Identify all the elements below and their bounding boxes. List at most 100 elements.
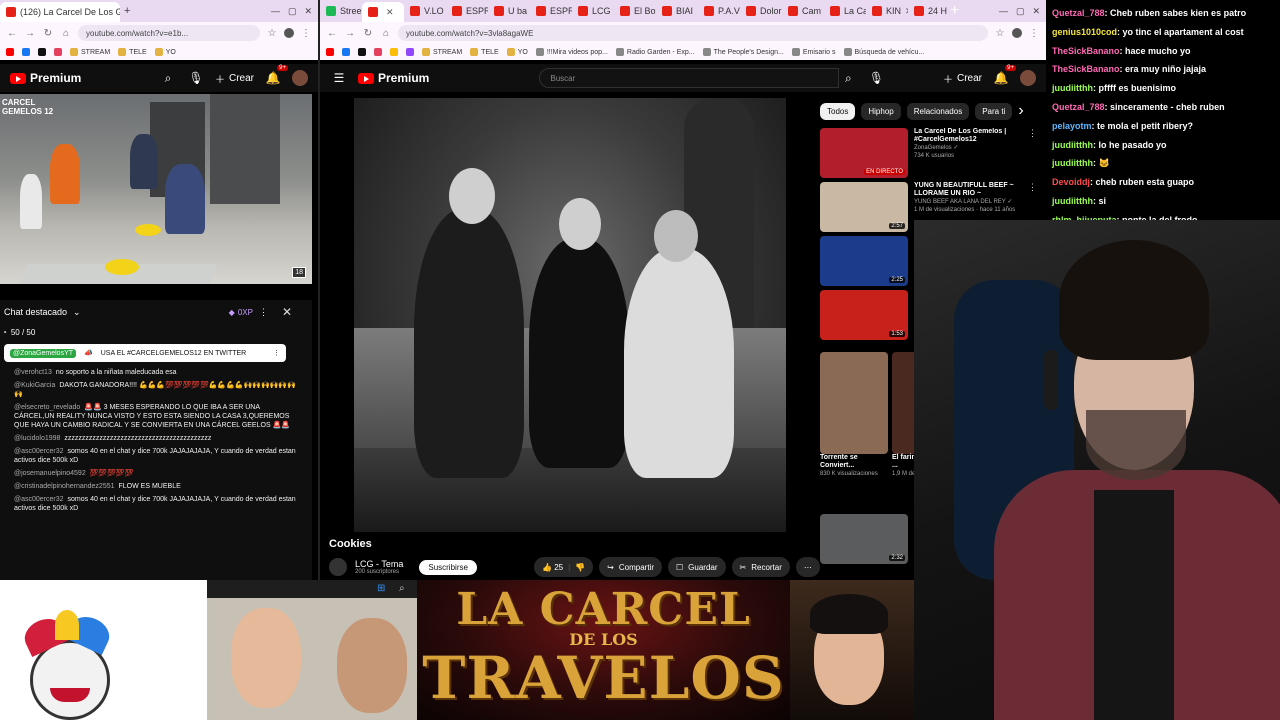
back-icon[interactable]: ← [326,28,338,39]
bookmark-tele[interactable]: TELE [118,48,147,56]
bookmark-site-icon[interactable] [406,48,414,56]
filter-chip[interactable]: Para ti [975,102,1013,120]
video-thumbnail[interactable]: 2:57 [820,182,908,232]
recommendation-channel[interactable]: ZonaGemelos ✓ [914,144,1022,152]
chevron-down-icon[interactable]: ⌄ [73,307,81,318]
forward-icon[interactable]: → [24,28,36,39]
hamburger-menu-icon[interactable]: ☰ [330,69,348,87]
extension-icon[interactable] [284,28,294,38]
filter-chip[interactable]: Relacionados [906,102,970,120]
bookmark-tiktok-icon[interactable] [38,48,46,56]
chat-username[interactable]: @cristinadelpinohernandez2551 [14,483,115,490]
pinned-message[interactable]: @ZonaGemelosYT 📣 USA EL #CARCELGEMELOS12… [4,344,286,362]
home-icon[interactable]: ⌂ [60,28,72,39]
main-tab[interactable]: Dolor✕ [740,2,782,20]
main-address-bar[interactable]: youtube.com/watch?v=3vla8agaWE [398,25,988,41]
left-live-video[interactable]: CARCEL GEMELOS 12 18 [0,94,312,284]
create-button[interactable]: ＋ Crear [943,71,982,86]
main-tab[interactable]: LCG✕ [572,2,614,20]
bookmark-item[interactable]: YO [506,48,528,56]
bookmark-instagram-icon[interactable] [54,48,62,56]
save-button[interactable]: ☐ Guardar [667,557,726,577]
menu-dots-icon[interactable]: ⋮ [1028,28,1040,39]
bookmark-yo[interactable]: YO [154,48,176,56]
pinned-menu-icon[interactable]: ⋮ [273,349,280,357]
bookmark-site-icon[interactable] [374,48,382,56]
twitch-username[interactable]: TheSickBanano [1052,46,1120,56]
bookmark-facebook-icon[interactable] [22,48,30,56]
close-chat-icon[interactable]: ✕ [282,305,292,319]
new-tab-icon[interactable]: + [950,2,959,20]
bookmark-site-icon[interactable] [342,48,350,56]
chat-mode-label[interactable]: Chat destacado [4,307,67,317]
channel-avatar[interactable] [329,558,347,576]
main-tab[interactable]: El Bo✕ [614,2,656,20]
bookmark-star-icon[interactable]: ☆ [994,28,1006,39]
main-tab[interactable]: KIN✕ [866,2,908,20]
chat-username[interactable]: @verohct13 [14,369,52,376]
main-tab[interactable]: 24 H✕ [908,2,950,20]
main-tab[interactable]: V.LO✕ [404,2,446,20]
search-icon[interactable]: ⌕ [839,69,857,87]
new-tab-icon[interactable]: + [124,5,130,17]
like-button[interactable]: 👍 25 [542,563,563,572]
mic-icon[interactable]: 🎙 [187,69,205,87]
bookmark-youtube-icon[interactable] [6,48,14,56]
bookmark-site-icon[interactable] [358,48,366,56]
minimize-icon[interactable]: — [999,6,1008,17]
main-tab[interactable]: ✕ [362,2,404,22]
main-tab[interactable]: BIAI✕ [656,2,698,20]
bookmark-site-icon[interactable] [326,48,334,56]
recommendation-channel[interactable]: YUNG BEEF AKA LANA DEL REY ✓ [914,198,1022,206]
main-video-player[interactable] [354,98,786,532]
bookmark-stream[interactable]: STREAM [70,48,110,56]
clip-button[interactable]: ✂ Recortar [731,557,790,577]
window-close-icon[interactable]: ✕ [304,6,312,17]
search-input[interactable]: Buscar [539,68,840,88]
notifications-bell-icon[interactable]: 🔔 9+ [264,65,288,87]
video-thumbnail[interactable]: 1:53 [820,290,908,340]
chat-username[interactable]: @josemanuelpino4592 [14,470,86,477]
bookmark-item[interactable]: !!!Mira videos pop... [535,48,608,56]
youtube-premium-logo[interactable]: Premium [358,71,429,85]
bookmark-item[interactable]: Radio Garden - Exp... [615,48,695,56]
reload-icon[interactable]: ↻ [362,28,374,39]
account-avatar[interactable] [1020,70,1036,86]
windows-start-icon[interactable]: ⊞ [377,583,385,594]
twitch-username[interactable]: juudiitthh [1052,140,1093,150]
dislike-button[interactable]: 👎 [575,563,585,572]
share-button[interactable]: ↪ Compartir [599,557,662,577]
chat-username[interactable]: @KukiGarcia [14,382,55,389]
extension-icon[interactable] [1012,28,1022,38]
recommendation-title[interactable]: La Carcel De Los Gemelos | #CarcelGemelo… [914,128,1022,144]
menu-dots-icon[interactable]: ⋮ [300,28,312,39]
filter-chip[interactable]: Hiphop [861,102,901,120]
main-tab[interactable]: La Ca✕ [824,2,866,20]
recommendation-title[interactable]: YUNG N BEAUTIFULL BEEF ~ LLORAME UN RIO … [914,182,1022,198]
short-title[interactable]: Torrente se Conviert... [820,454,888,470]
twitch-username[interactable]: TheSickBanano [1052,64,1120,74]
search-icon[interactable]: ⌕ [159,69,177,87]
left-active-tab[interactable]: (126) La Carcel De Los Gemelos #... ✕ [0,2,120,22]
reload-icon[interactable]: ↻ [42,28,54,39]
maximize-icon[interactable]: ▢ [1016,6,1025,17]
window-close-icon[interactable]: ✕ [1032,6,1040,17]
bookmark-star-icon[interactable]: ☆ [266,28,278,39]
forward-icon[interactable]: → [344,28,356,39]
home-icon[interactable]: ⌂ [380,28,392,39]
left-address-bar[interactable]: youtube.com/watch?v=e1b... [78,25,260,41]
main-tab[interactable]: ESPR✕ [530,2,572,20]
account-avatar[interactable] [292,70,308,86]
more-options-icon[interactable]: ⋮ [1028,128,1037,178]
chat-username[interactable]: @asc00ercer32 [14,496,64,503]
bookmark-item[interactable]: Emisario s [791,48,836,56]
minimize-icon[interactable]: — [271,6,280,17]
twitch-username[interactable]: juudiitthh [1052,83,1093,93]
twitch-username[interactable]: Quetzal_788 [1052,102,1105,112]
filter-chip[interactable]: Todos [820,102,856,120]
search-icon[interactable]: ⌕ [399,583,405,594]
main-tab[interactable]: ESPR✕ [446,2,488,20]
chat-username[interactable]: @asc00ercer32 [14,448,64,455]
twitch-username[interactable]: juudiitthh [1052,158,1093,168]
chat-username[interactable]: @lucidolo1998 [14,435,60,442]
